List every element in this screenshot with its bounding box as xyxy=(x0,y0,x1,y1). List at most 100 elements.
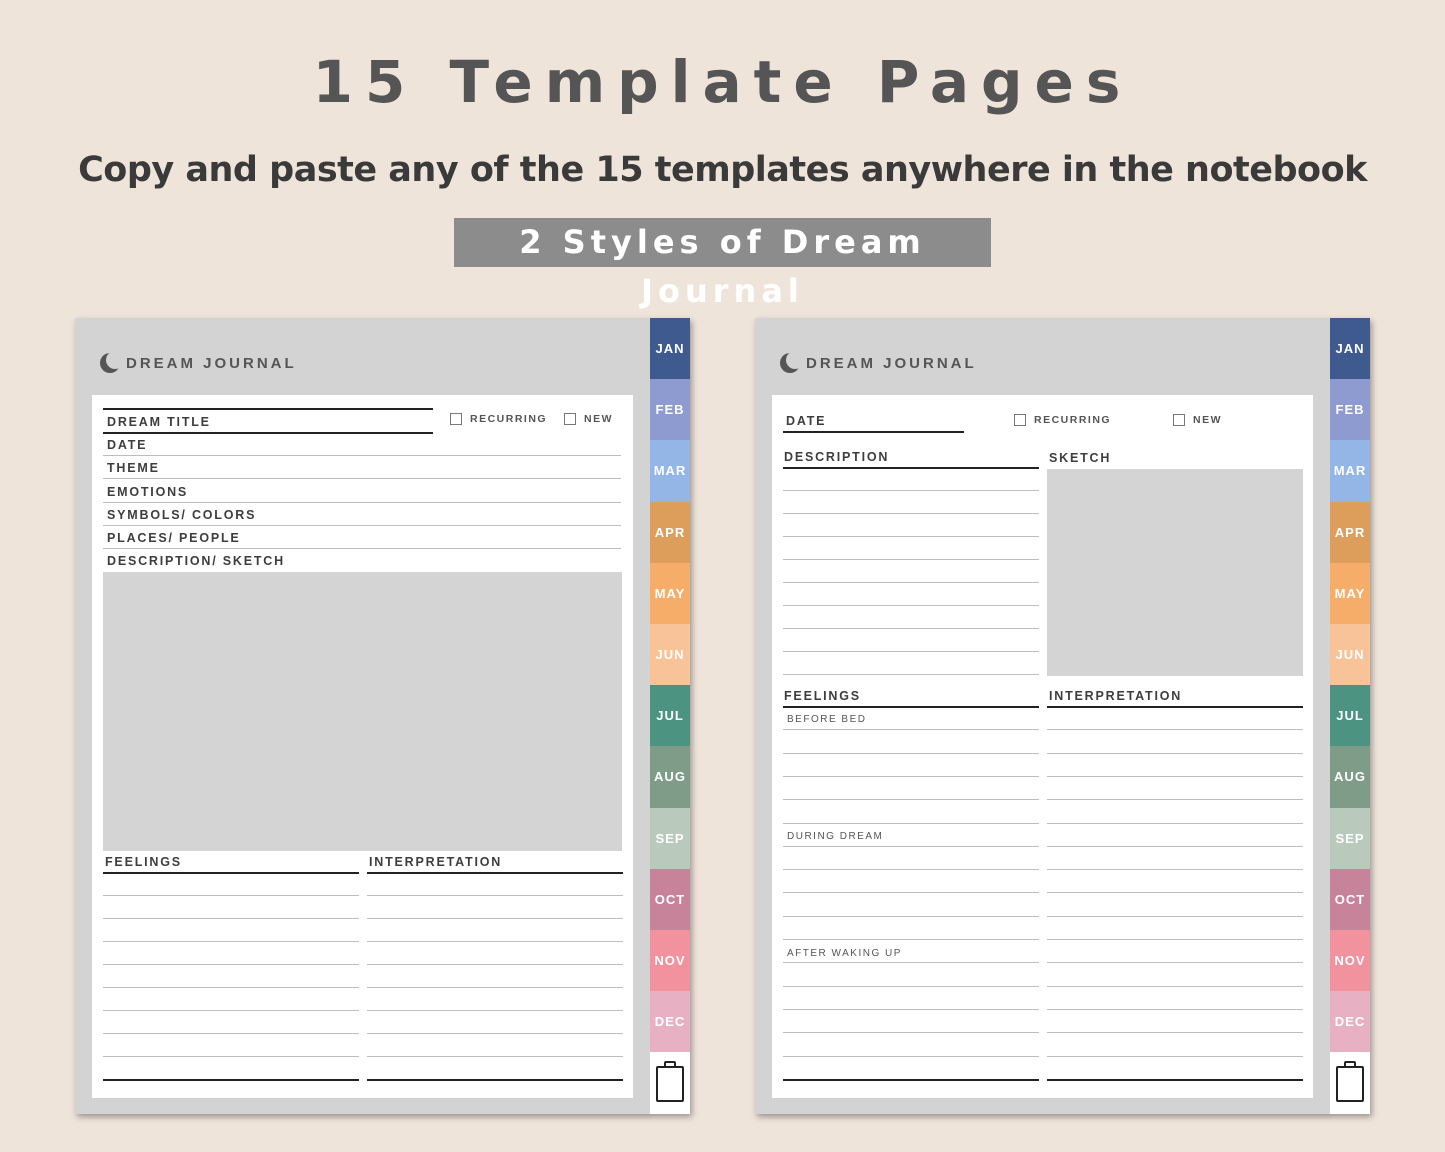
symbols-line[interactable] xyxy=(103,525,621,526)
tab-oct[interactable]: OCT xyxy=(650,868,690,930)
writing-line[interactable] xyxy=(367,964,623,965)
writing-line[interactable] xyxy=(1047,915,1303,917)
writing-line[interactable] xyxy=(783,729,1039,731)
tab-jul[interactable]: JUL xyxy=(1330,685,1370,747)
templates-tab[interactable] xyxy=(1330,1052,1370,1114)
tab-nov[interactable]: NOV xyxy=(1330,929,1370,992)
writing-line[interactable] xyxy=(103,1010,359,1011)
dream-title-line[interactable] xyxy=(103,432,433,434)
checkbox-icon[interactable] xyxy=(1014,414,1026,426)
writing-line[interactable] xyxy=(103,941,359,942)
writing-line[interactable] xyxy=(783,1008,1039,1010)
writing-line[interactable] xyxy=(103,1033,359,1034)
writing-line[interactable] xyxy=(783,775,1039,777)
recurring-checkbox[interactable]: RECURRING xyxy=(1014,414,1111,426)
writing-line[interactable] xyxy=(103,918,359,919)
writing-line[interactable] xyxy=(103,987,359,988)
writing-line[interactable] xyxy=(783,892,1039,894)
writing-line[interactable] xyxy=(1047,822,1303,824)
writing-line[interactable] xyxy=(783,799,1039,801)
writing-line[interactable] xyxy=(367,987,623,988)
tab-may[interactable]: MAY xyxy=(650,562,690,624)
writing-line[interactable] xyxy=(1047,845,1303,847)
writing-line[interactable] xyxy=(1047,892,1303,894)
description-sketch-area[interactable] xyxy=(103,572,622,851)
writing-line[interactable] xyxy=(103,964,359,965)
tab-jun[interactable]: JUN xyxy=(650,623,690,686)
writing-line[interactable] xyxy=(783,1055,1039,1057)
writing-line[interactable] xyxy=(783,1078,1039,1081)
writing-line[interactable] xyxy=(783,582,1039,583)
tab-aug[interactable]: AUG xyxy=(1330,746,1370,808)
tab-apr[interactable]: APR xyxy=(1330,501,1370,563)
writing-line[interactable] xyxy=(783,752,1039,754)
writing-line[interactable] xyxy=(1047,752,1303,754)
writing-line[interactable] xyxy=(1047,1055,1303,1057)
tab-apr[interactable]: APR xyxy=(650,501,690,563)
recurring-checkbox[interactable]: RECURRING xyxy=(450,413,547,425)
tab-oct[interactable]: OCT xyxy=(1330,868,1370,930)
writing-line[interactable] xyxy=(783,915,1039,917)
writing-line[interactable] xyxy=(783,845,1039,847)
tab-sep[interactable]: SEP xyxy=(1330,807,1370,869)
writing-line[interactable] xyxy=(1047,775,1303,777)
writing-line[interactable] xyxy=(367,895,623,896)
writing-line[interactable] xyxy=(1047,1008,1303,1010)
tab-mar[interactable]: MAR xyxy=(650,440,690,502)
tab-may[interactable]: MAY xyxy=(1330,562,1370,624)
new-checkbox[interactable]: NEW xyxy=(1173,414,1222,426)
tab-dec[interactable]: DEC xyxy=(1330,991,1370,1053)
checkbox-icon[interactable] xyxy=(1173,414,1185,426)
writing-line[interactable] xyxy=(783,513,1039,514)
writing-line[interactable] xyxy=(367,1033,623,1034)
tab-mar[interactable]: MAR xyxy=(1330,440,1370,502)
tab-aug[interactable]: AUG xyxy=(650,746,690,808)
tab-jan[interactable]: JAN xyxy=(1330,318,1370,380)
writing-line[interactable] xyxy=(1047,869,1303,871)
writing-line[interactable] xyxy=(783,559,1039,560)
writing-line[interactable] xyxy=(783,651,1039,652)
writing-line[interactable] xyxy=(783,674,1039,675)
writing-line[interactable] xyxy=(783,869,1039,871)
writing-line[interactable] xyxy=(103,1079,359,1081)
writing-line[interactable] xyxy=(1047,939,1303,940)
writing-line[interactable] xyxy=(783,939,1039,940)
writing-line[interactable] xyxy=(783,822,1039,824)
writing-line[interactable] xyxy=(367,1010,623,1011)
theme-line[interactable] xyxy=(103,478,621,479)
writing-line[interactable] xyxy=(103,895,359,896)
tab-jul[interactable]: JUL xyxy=(650,685,690,747)
tab-jan[interactable]: JAN xyxy=(650,318,690,380)
writing-line[interactable] xyxy=(783,490,1039,491)
writing-line[interactable] xyxy=(783,1032,1039,1034)
writing-line[interactable] xyxy=(783,605,1039,606)
date-line[interactable] xyxy=(103,455,621,456)
writing-line[interactable] xyxy=(783,962,1039,964)
tab-dec[interactable]: DEC xyxy=(650,991,690,1053)
writing-line[interactable] xyxy=(1047,799,1303,801)
emotions-line[interactable] xyxy=(103,502,621,503)
checkbox-icon[interactable] xyxy=(450,413,462,425)
writing-line[interactable] xyxy=(1047,985,1303,987)
writing-line[interactable] xyxy=(367,918,623,919)
writing-line[interactable] xyxy=(783,536,1039,537)
writing-line[interactable] xyxy=(367,941,623,942)
writing-line[interactable] xyxy=(367,1079,623,1081)
writing-line[interactable] xyxy=(783,985,1039,987)
new-checkbox[interactable]: NEW xyxy=(564,413,613,425)
writing-line[interactable] xyxy=(1047,1078,1303,1081)
tab-nov[interactable]: NOV xyxy=(650,929,690,992)
writing-line[interactable] xyxy=(1047,962,1303,964)
tab-jun[interactable]: JUN xyxy=(1330,623,1370,686)
writing-line[interactable] xyxy=(783,628,1039,629)
writing-line[interactable] xyxy=(367,1056,623,1057)
checkbox-icon[interactable] xyxy=(564,413,576,425)
writing-line[interactable] xyxy=(1047,1032,1303,1034)
date-line[interactable] xyxy=(783,431,964,433)
writing-line[interactable] xyxy=(103,1056,359,1057)
templates-tab[interactable] xyxy=(650,1052,690,1114)
writing-line[interactable] xyxy=(1047,729,1303,731)
tab-feb[interactable]: FEB xyxy=(1330,379,1370,441)
tab-sep[interactable]: SEP xyxy=(650,807,690,869)
tab-feb[interactable]: FEB xyxy=(650,379,690,441)
